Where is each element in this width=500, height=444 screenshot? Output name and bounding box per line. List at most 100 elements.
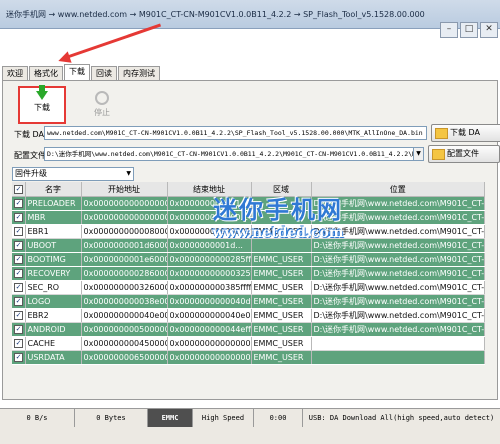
partition-rows: ✓ PRELOADER 0x0000000000000000 0x0000000000… [12, 196, 485, 365]
cell-region: EMMC_USER [251, 308, 312, 323]
row-checkbox[interactable]: ✓ [12, 350, 26, 365]
status-time: 0:00 [254, 409, 303, 427]
table-row[interactable]: ✓LOGO0x000000000038e00000x0000000000040d… [12, 294, 485, 309]
row-checkbox[interactable]: ✓ [12, 308, 26, 323]
cell-location[interactable]: D:\迷你手机网\www.netded.com\M901C_CT-C... [311, 294, 485, 309]
row-checkbox[interactable]: ✓ [12, 294, 26, 309]
folder-icon [432, 149, 445, 160]
cell-location[interactable]: D:\迷你手机网\www.netded.com\M901C_CT-C... [311, 210, 485, 225]
cell-name: USRDATA [25, 350, 82, 365]
cell-end: 0x0000000001d... [167, 238, 252, 253]
cell-start: 0x0000000000080000 [81, 224, 168, 239]
cell-location[interactable]: D:\迷你手机网\www.netded.com\M901C_CT-C... [311, 196, 485, 211]
row-checkbox[interactable]: ✓ [12, 266, 26, 281]
cell-start: 0x000000000038e0000 [81, 294, 168, 309]
cell-name: LOGO [25, 294, 82, 309]
table-row[interactable]: ✓ EBR1 0x0000000000080000 0x00000000000801f… [12, 224, 485, 239]
cell-location[interactable]: D:\迷你手机网\www.netded.com\M901C_CT-C... [311, 322, 485, 337]
cell-region: EMMC_USER [251, 280, 312, 295]
status-bytes: 0 Bytes [75, 409, 148, 427]
scatter-field[interactable]: D:\迷你手机网\www.netded.com\M901C_CT-CN-M901… [44, 147, 415, 161]
cell-location[interactable]: D:\迷你手机网\www.netded.com\M901C_CT-C... [311, 224, 485, 239]
row-checkbox[interactable]: ✓ [12, 210, 26, 225]
mode-select[interactable]: 固件升级 ▼ [12, 167, 134, 181]
tab-format[interactable]: 格式化 [29, 66, 63, 81]
cell-location[interactable]: D:\迷你手机网\www.netded.com\M901C_CT-C... [311, 252, 485, 267]
cell-region: EMMC_USER [251, 224, 312, 239]
header-location: 位置 [311, 182, 485, 197]
stop-label: 停止 [94, 108, 110, 117]
download-button[interactable]: 下载 [18, 85, 66, 124]
tab-welcome[interactable]: 欢迎 [2, 66, 28, 81]
row-checkbox[interactable]: ✓ [12, 238, 26, 253]
cell-location[interactable]: D:\迷你手机网\www.netded.com\M901C_CT-C... [311, 308, 485, 323]
tab-memory-test[interactable]: 内存测试 [118, 66, 160, 81]
download-arrow-icon [36, 85, 48, 100]
table-row[interactable]: ✓ SEC_RO 0x0000000003260000 0x000000000385f… [12, 280, 485, 295]
header-name: 名字 [25, 182, 82, 197]
download-agent-button-label: 下载 DA [450, 128, 481, 137]
table-row[interactable]: ✓ BOOTIMG 0x0000000001e60000 0x000000000028… [12, 252, 485, 267]
maximize-icon[interactable]: □ [460, 22, 478, 38]
row-checkbox[interactable]: ✓ [12, 336, 26, 351]
stop-button[interactable]: 停止 [82, 88, 122, 118]
table-row[interactable]: ✓ USRDATA 0x0000000065000000 0x000000000000… [12, 350, 485, 365]
status-storage: EMMC [148, 409, 193, 427]
cell-start: 0x0000000065000000 [81, 350, 168, 365]
row-checkbox[interactable]: ✓ [12, 252, 26, 267]
table-row[interactable]: ✓ RECOVERY 0x0000000002860000 0x00000000000… [12, 266, 485, 281]
close-icon[interactable]: ✕ [480, 22, 498, 38]
table-row[interactable]: ✓ MBR 0x0000000000000000 0x000000000000... D… [12, 210, 485, 225]
cell-start: 0x0000000000000000 [81, 196, 168, 211]
main-tabs: 欢迎 格式化 下载 回读 内存测试 [2, 64, 161, 81]
cell-name: SEC_RO [25, 280, 82, 295]
cell-location[interactable] [311, 336, 485, 351]
header-region: 区域 [251, 182, 312, 197]
select-all-checkbox[interactable]: ✓ [12, 182, 26, 197]
header-end: 结束地址 [167, 182, 252, 197]
row-checkbox[interactable]: ✓ [12, 196, 26, 211]
cell-region [251, 210, 312, 225]
table-row[interactable]: ✓ PRELOADER 0x0000000000000000 0x0000000000… [12, 196, 485, 211]
tab-download[interactable]: 下载 [64, 64, 90, 81]
row-checkbox[interactable]: ✓ [12, 224, 26, 239]
cell-region [251, 238, 312, 253]
status-bar: 0 B/s 0 Bytes EMMC High Speed 0:00 USB: … [0, 408, 500, 427]
window-bottom [0, 427, 500, 444]
scatter-button[interactable]: 配置文件 [428, 145, 500, 163]
cell-name: EBR1 [25, 224, 82, 239]
row-checkbox[interactable]: ✓ [12, 280, 26, 295]
cell-name: CACHE [25, 336, 82, 351]
cell-location[interactable]: D:\迷你手机网\www.netded.com\M901C_CT-C... [311, 238, 485, 253]
status-speed: 0 B/s [0, 409, 75, 427]
partition-table: ✓ 名字 开始地址 结束地址 区域 位置 ✓ PRELOADER 0x0000000… [12, 182, 485, 365]
table-row[interactable]: ✓ ANDROID 0x0000000005000000 0x000000000044… [12, 322, 485, 337]
cell-region: EMMC_USER [251, 294, 312, 309]
cell-region: EMMC_USER [251, 252, 312, 267]
status-usb-speed: High Speed [193, 409, 254, 427]
cell-region: EMMC_USER [251, 266, 312, 281]
minimize-icon[interactable]: – [440, 22, 458, 38]
download-agent-field[interactable]: www.netded.com\M901C_CT-CN-M901CV1.0.0B1… [44, 126, 427, 140]
mode-select-value: 固件升级 [15, 169, 47, 178]
cell-end: 0x000000000000... [167, 210, 252, 225]
cell-name: UBOOT [25, 238, 82, 253]
table-row[interactable]: ✓ CACHE 0x0000000004500000 0x00000000000000… [12, 336, 485, 351]
cell-start: 0x000000000040e0000 [81, 308, 168, 323]
row-checkbox[interactable]: ✓ [12, 322, 26, 337]
cell-name: RECOVERY [25, 266, 82, 281]
cell-location[interactable]: D:\迷你手机网\www.netded.com\M901C_CT-C... [311, 280, 485, 295]
table-row[interactable]: ✓EBR20x000000000040e00000x000000000040e0… [12, 308, 485, 323]
cell-location[interactable] [311, 350, 485, 365]
table-row[interactable]: ✓ UBOOT 0x0000000001d60000 0x0000000001d...… [12, 238, 485, 253]
cell-location[interactable]: D:\迷你手机网\www.netded.com\M901C_CT-C... [311, 266, 485, 281]
scatter-dropdown-icon[interactable]: ▼ [413, 147, 424, 161]
window-titlebar: 迷你手机网 → www.netded.com → M901C_CT-CN-M90… [0, 0, 500, 38]
scatter-button-label: 配置文件 [447, 149, 479, 158]
tab-readback[interactable]: 回读 [91, 66, 117, 81]
cell-end: 0x000000000040e01ff [167, 308, 252, 323]
download-label: 下载 [34, 103, 50, 112]
download-agent-label: 下载 DA [14, 130, 45, 139]
download-agent-button[interactable]: 下载 DA [431, 124, 500, 142]
table-header-row: ✓ 名字 开始地址 结束地址 区域 位置 [12, 182, 485, 197]
